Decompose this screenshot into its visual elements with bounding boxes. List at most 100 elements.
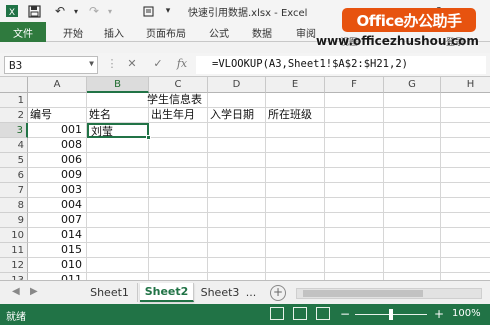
cell-g1[interactable] — [384, 93, 441, 108]
excel-icon[interactable]: X — [4, 3, 20, 19]
row-header-10[interactable]: 10 — [0, 228, 28, 243]
cell-e5[interactable] — [266, 153, 325, 168]
cell-h5[interactable] — [441, 153, 490, 168]
cell-f11[interactable] — [325, 243, 384, 258]
row-header-11[interactable]: 11 — [0, 243, 28, 258]
add-sheet-button[interactable]: + — [270, 285, 286, 301]
cell-f12[interactable] — [325, 258, 384, 273]
cell-b2[interactable]: 姓名 — [87, 108, 149, 123]
cell-a9[interactable]: 007 — [28, 213, 87, 228]
column-header-a[interactable]: A — [28, 77, 87, 93]
cell-b13[interactable] — [87, 273, 149, 280]
cell-f10[interactable] — [325, 228, 384, 243]
sheet-tab-sheet3[interactable]: Sheet3 — [196, 283, 244, 302]
cell-d13[interactable] — [208, 273, 266, 280]
cell-d6[interactable] — [208, 168, 266, 183]
column-header-b[interactable]: B — [87, 77, 149, 93]
page-layout-view-icon[interactable] — [293, 307, 307, 320]
cell-c10[interactable] — [149, 228, 208, 243]
undo-icon[interactable]: ↶ — [52, 3, 68, 19]
cell-e11[interactable] — [266, 243, 325, 258]
sheet-next-icon[interactable]: ▶ — [30, 286, 38, 297]
enter-icon[interactable]: ✓ — [150, 57, 166, 70]
tab-home[interactable]: 开始 — [63, 25, 83, 40]
cell-g11[interactable] — [384, 243, 441, 258]
cell-h9[interactable] — [441, 213, 490, 228]
cell-g7[interactable] — [384, 183, 441, 198]
column-header-h[interactable]: H — [441, 77, 490, 93]
cell-a7[interactable]: 003 — [28, 183, 87, 198]
select-all-corner[interactable] — [0, 77, 28, 93]
cell-f6[interactable] — [325, 168, 384, 183]
cell-f7[interactable] — [325, 183, 384, 198]
cell-g2[interactable] — [384, 108, 441, 123]
cell-d8[interactable] — [208, 198, 266, 213]
tab-page-layout[interactable]: 页面布局 — [146, 25, 186, 40]
cell-c2[interactable]: 出生年月 — [149, 108, 208, 123]
cell-a4[interactable]: 008 — [28, 138, 87, 153]
cell-a8[interactable]: 004 — [28, 198, 87, 213]
column-header-d[interactable]: D — [208, 77, 266, 93]
sheet-more[interactable]: ... — [244, 283, 258, 302]
cell-f13[interactable] — [325, 273, 384, 280]
scrollbar-thumb[interactable] — [303, 290, 423, 297]
cell-f4[interactable] — [325, 138, 384, 153]
cell-g4[interactable] — [384, 138, 441, 153]
cell-c13[interactable] — [149, 273, 208, 280]
redo-icon[interactable]: ↷ — [86, 3, 102, 19]
print-preview-icon[interactable] — [140, 3, 156, 19]
cell-c9[interactable] — [149, 213, 208, 228]
undo-dropdown-icon[interactable]: ▾ — [68, 3, 84, 19]
tab-review[interactable]: 审阅 — [296, 25, 316, 40]
save-icon[interactable] — [26, 3, 42, 19]
horizontal-scrollbar[interactable] — [296, 288, 482, 299]
cell-h4[interactable] — [441, 138, 490, 153]
sheet-prev-icon[interactable]: ◀ — [12, 286, 20, 297]
cell-h10[interactable] — [441, 228, 490, 243]
zoom-in-icon[interactable]: + — [434, 307, 444, 321]
tab-insert[interactable]: 插入 — [104, 25, 124, 40]
cell-e7[interactable] — [266, 183, 325, 198]
tab-data[interactable]: 数据 — [252, 25, 272, 40]
cell-e10[interactable] — [266, 228, 325, 243]
cell-c1[interactable]: 学生信息表 — [147, 93, 208, 108]
column-header-c[interactable]: C — [149, 77, 208, 93]
cell-d11[interactable] — [208, 243, 266, 258]
row-header-2[interactable]: 2 — [0, 108, 28, 123]
cell-a3[interactable]: 001 — [28, 123, 87, 138]
row-header-9[interactable]: 9 — [0, 213, 28, 228]
cell-h6[interactable] — [441, 168, 490, 183]
row-header-4[interactable]: 4 — [0, 138, 28, 153]
chevron-down-icon[interactable]: ▼ — [89, 59, 94, 68]
cell-b7[interactable] — [87, 183, 149, 198]
cell-e13[interactable] — [266, 273, 325, 280]
cell-a6[interactable]: 009 — [28, 168, 87, 183]
cell-c8[interactable] — [149, 198, 208, 213]
row-header-12[interactable]: 12 — [0, 258, 28, 273]
fill-handle[interactable] — [146, 135, 151, 140]
insert-function-icon[interactable]: fx — [174, 57, 190, 70]
active-cell-b3[interactable]: 刘莹 — [87, 123, 149, 138]
cell-e6[interactable] — [266, 168, 325, 183]
cell-h12[interactable] — [441, 258, 490, 273]
zoom-level[interactable]: 100% — [452, 308, 481, 319]
cell-e2[interactable]: 所在班级 — [266, 108, 325, 123]
redo-dropdown-icon[interactable]: ▾ — [102, 3, 118, 19]
cell-c4[interactable] — [149, 138, 208, 153]
cell-d7[interactable] — [208, 183, 266, 198]
cell-f1[interactable] — [325, 93, 384, 108]
cell-g8[interactable] — [384, 198, 441, 213]
cell-b1[interactable] — [87, 93, 149, 108]
column-header-f[interactable]: F — [325, 77, 384, 93]
cell-g13[interactable] — [384, 273, 441, 280]
cell-d1[interactable] — [208, 93, 266, 108]
cell-d2[interactable]: 入学日期 — [208, 108, 266, 123]
cell-d5[interactable] — [208, 153, 266, 168]
sheet-tab-sheet1[interactable]: Sheet1 — [82, 283, 138, 302]
cell-g6[interactable] — [384, 168, 441, 183]
sheet-tab-sheet2[interactable]: Sheet2 — [140, 283, 194, 302]
zoom-out-icon[interactable]: − — [340, 307, 350, 321]
cell-c12[interactable] — [149, 258, 208, 273]
cell-a11[interactable]: 015 — [28, 243, 87, 258]
cell-f9[interactable] — [325, 213, 384, 228]
